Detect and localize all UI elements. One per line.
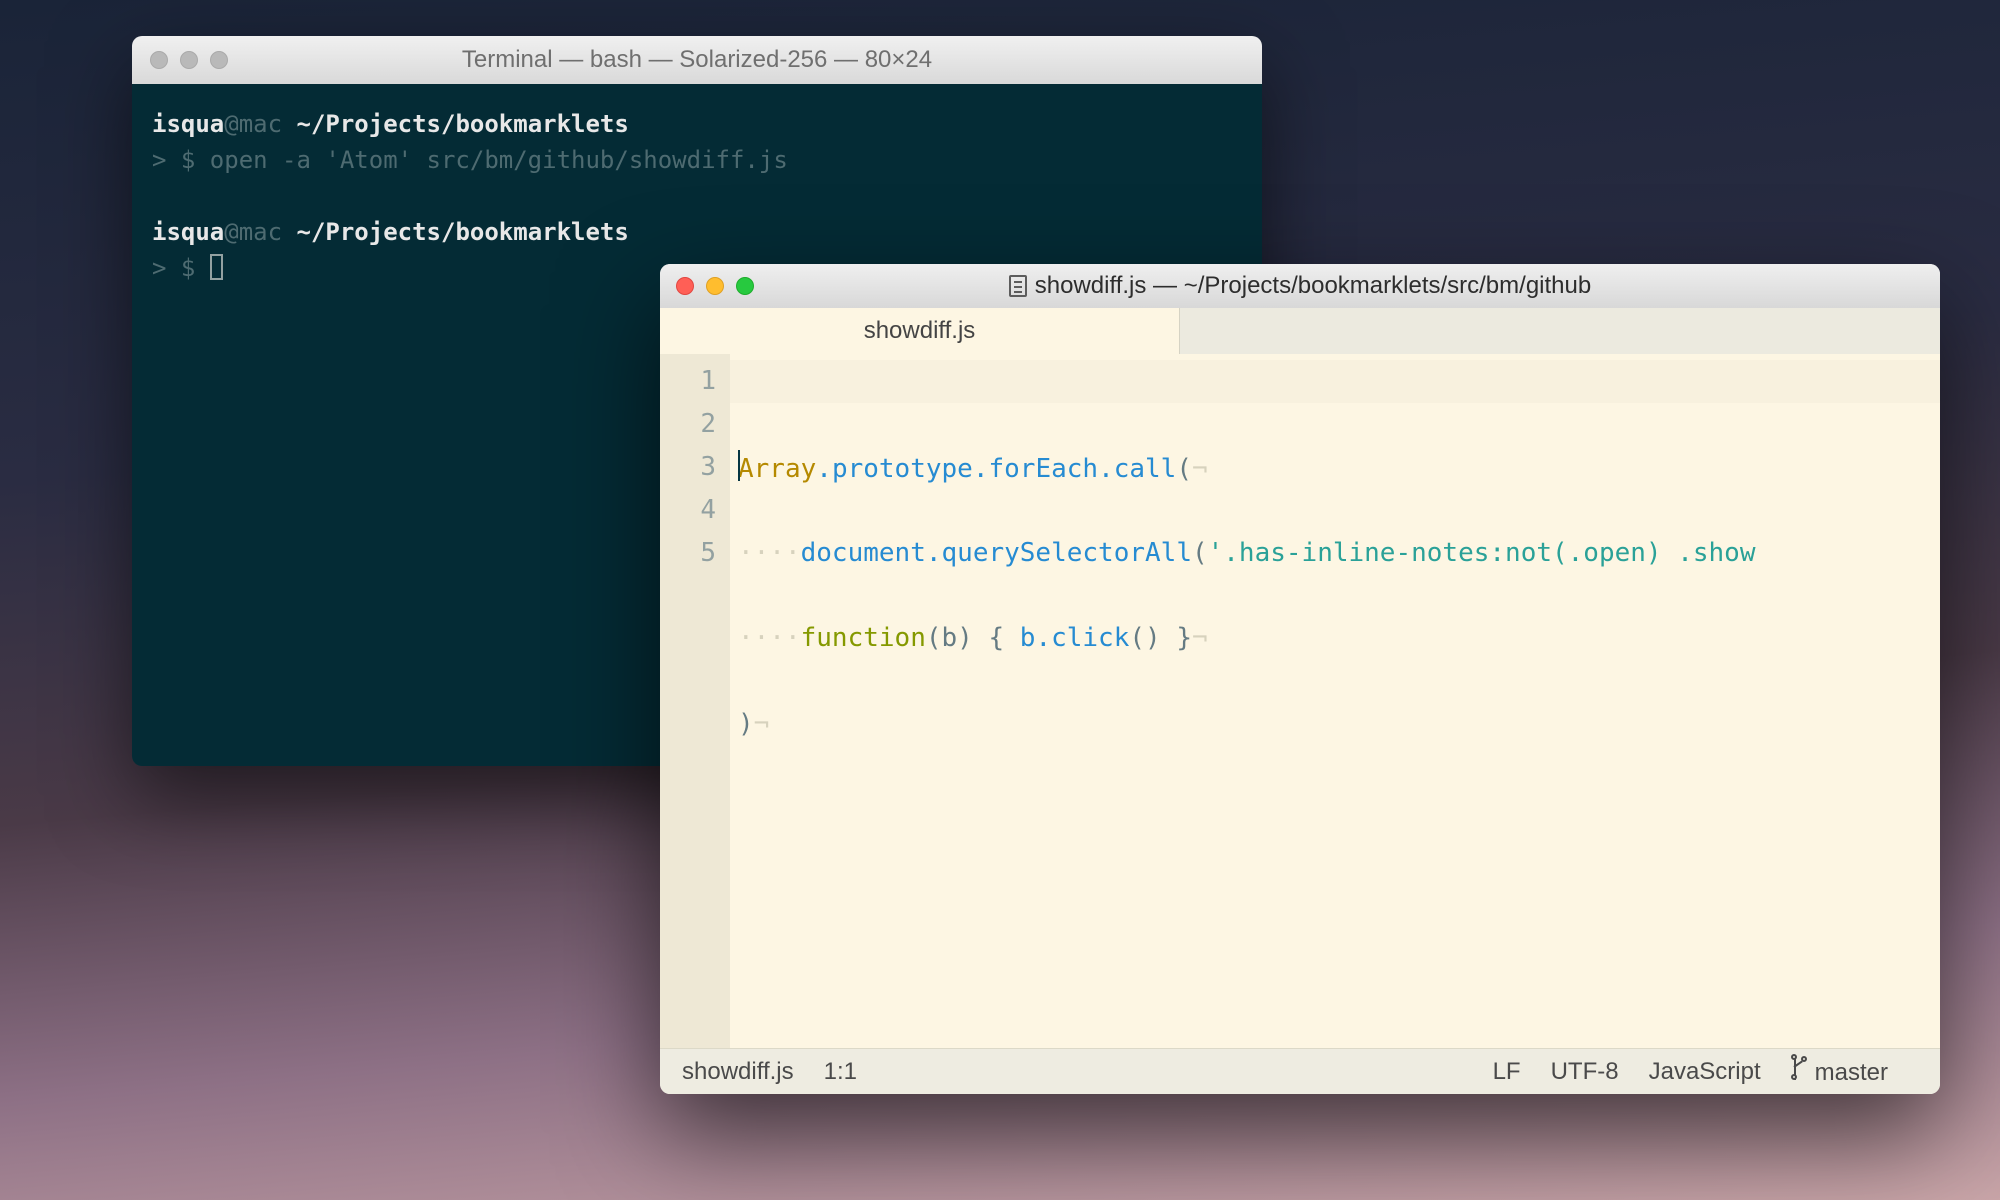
tab-empty-area[interactable] — [1180, 308, 1940, 354]
terminal-titlebar[interactable]: Terminal — bash — Solarized-256 — 80×24 — [132, 36, 1262, 84]
line-number[interactable]: 3 — [660, 446, 716, 489]
terminal-cursor-icon — [210, 254, 223, 280]
editor-traffic-lights[interactable] — [676, 277, 754, 295]
terminal-title: Terminal — bash — Solarized-256 — 80×24 — [132, 46, 1262, 74]
line-number[interactable]: 4 — [660, 489, 716, 532]
terminal-line: isqua@mac ~/Projects/bookmarklets — [152, 214, 1242, 250]
code-line: ····function(b) { b.click() }¬ — [738, 617, 1940, 660]
zoom-icon[interactable] — [210, 51, 228, 69]
code-line: ····document.querySelectorAll('.has-inli… — [738, 532, 1940, 575]
status-git-branch[interactable]: master — [1791, 1056, 1888, 1087]
close-icon[interactable] — [150, 51, 168, 69]
status-filename[interactable]: showdiff.js — [682, 1058, 794, 1086]
terminal-traffic-lights[interactable] — [150, 51, 228, 69]
editor-titlebar[interactable]: showdiff.js — ~/Projects/bookmarklets/sr… — [660, 264, 1940, 308]
line-number-gutter[interactable]: 1 2 3 4 5 — [660, 354, 730, 1048]
editor-window[interactable]: showdiff.js — ~/Projects/bookmarklets/sr… — [660, 264, 1940, 1094]
code-line: Array.prototype.forEach.call(¬ — [738, 446, 1940, 489]
line-number[interactable]: 5 — [660, 532, 716, 575]
status-encoding[interactable]: UTF-8 — [1551, 1058, 1619, 1086]
text-cursor-icon — [738, 450, 740, 481]
code-line: )¬ — [738, 703, 1940, 746]
editor-statusbar[interactable]: showdiff.js 1:1 LF UTF-8 JavaScript mast… — [660, 1048, 1940, 1094]
branch-name: master — [1815, 1059, 1888, 1086]
terminal-line: isqua@mac ~/Projects/bookmarklets — [152, 106, 1242, 142]
terminal-line: > $ open -a 'Atom' src/bm/github/showdif… — [152, 142, 1242, 178]
active-line-highlight — [730, 360, 1940, 403]
zoom-icon[interactable] — [736, 277, 754, 295]
editor-tabbar[interactable]: showdiff.js — [660, 308, 1940, 354]
terminal-line — [152, 178, 1242, 214]
status-language[interactable]: JavaScript — [1649, 1058, 1761, 1086]
editor-body[interactable]: 1 2 3 4 5 Array.prototype.forEach.call(¬… — [660, 354, 1940, 1048]
editor-title-text: showdiff.js — ~/Projects/bookmarklets/sr… — [1035, 272, 1591, 300]
code-area[interactable]: Array.prototype.forEach.call(¬ ····docum… — [730, 354, 1940, 1048]
status-cursor-position[interactable]: 1:1 — [824, 1058, 857, 1086]
document-icon — [1009, 275, 1027, 297]
line-number[interactable]: 1 — [660, 360, 716, 403]
close-icon[interactable] — [676, 277, 694, 295]
code-line — [738, 789, 1940, 832]
minimize-icon[interactable] — [706, 277, 724, 295]
status-line-ending[interactable]: LF — [1493, 1058, 1521, 1086]
tab-showdiff[interactable]: showdiff.js — [660, 308, 1180, 354]
minimize-icon[interactable] — [180, 51, 198, 69]
line-number[interactable]: 2 — [660, 403, 716, 446]
tab-label: showdiff.js — [864, 317, 976, 345]
git-branch-icon — [1791, 1056, 1809, 1080]
editor-title: showdiff.js — ~/Projects/bookmarklets/sr… — [660, 272, 1940, 300]
